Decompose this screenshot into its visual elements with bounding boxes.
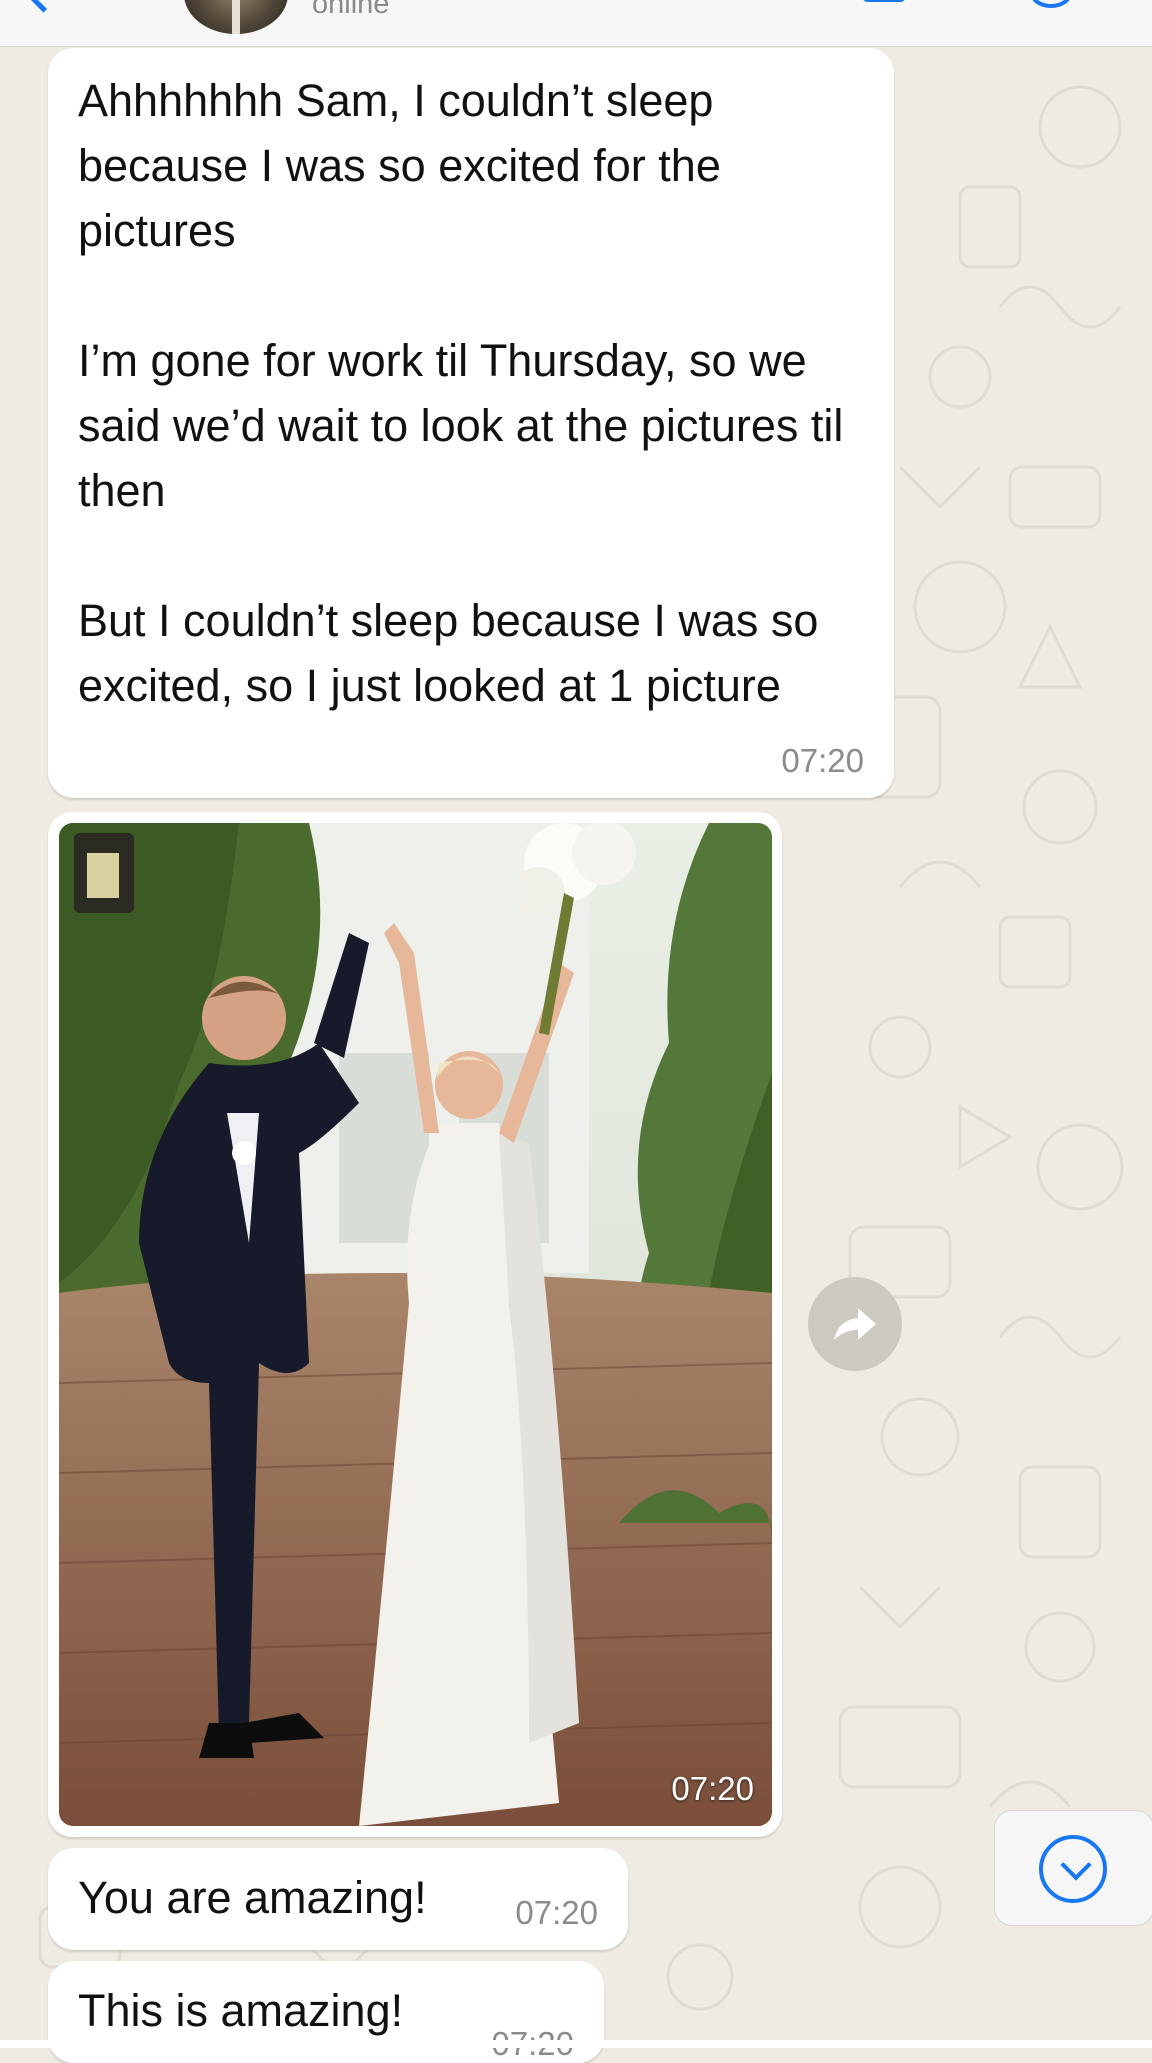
forward-share-icon <box>834 1308 876 1340</box>
image-message[interactable]: 07:20 <box>48 812 782 1837</box>
message-bubble[interactable]: You are amazing! 07:20 <box>48 1848 628 1950</box>
wedding-photo[interactable]: 07:20 <box>59 823 772 1826</box>
message-timestamp: 07:20 <box>781 742 864 779</box>
video-call-icon[interactable] <box>862 0 906 2</box>
chevron-left-icon[interactable] <box>24 0 63 13</box>
bottom-edge <box>0 2040 1152 2048</box>
message-bubble[interactable]: Ahhhhhhh Sam, I couldn’t sleep because I… <box>48 48 894 798</box>
contact-status: online <box>312 0 390 20</box>
scroll-down-icon <box>1039 1835 1107 1903</box>
image-timestamp: 07:20 <box>671 1770 754 1807</box>
forward-button[interactable] <box>808 1277 902 1371</box>
message-timestamp: 07:20 <box>515 1894 598 1931</box>
avatar[interactable] <box>184 0 288 34</box>
message-text: Ahhhhhhh Sam, I couldn’t sleep because I… <box>78 75 844 711</box>
message-text: This is amazing! <box>78 1985 404 2036</box>
chat-header: online <box>0 0 1152 47</box>
phone-call-icon[interactable] <box>1030 0 1072 8</box>
message-text: You are amazing! <box>78 1872 427 1923</box>
scroll-to-bottom-button[interactable] <box>994 1810 1152 1926</box>
